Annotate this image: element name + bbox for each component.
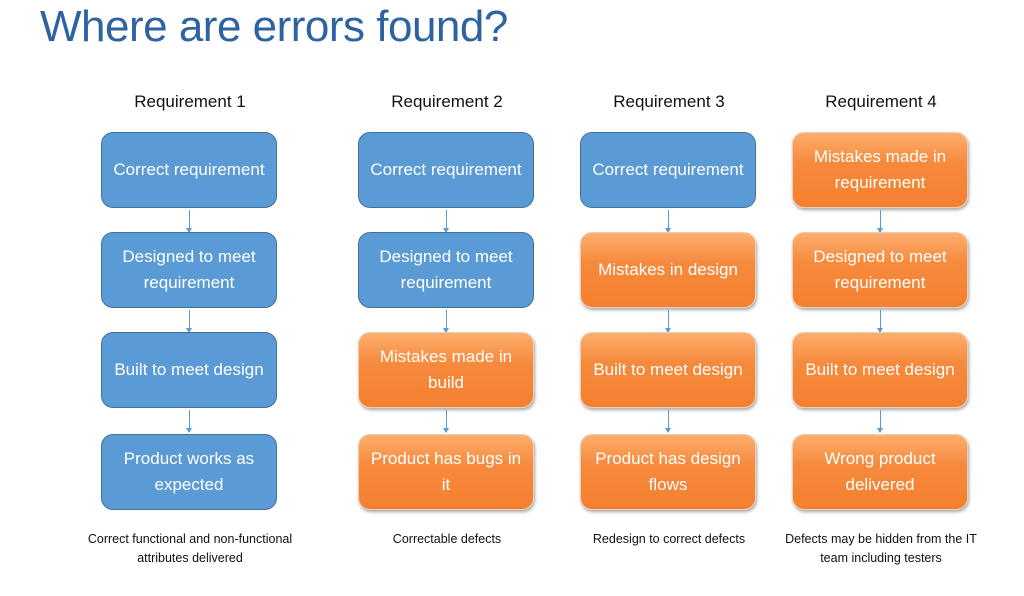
requirement-column-3: Requirement 3 Correct requirement Mistakes… [580, 92, 758, 546]
step-box-correct: Designed to meet requirement [358, 232, 534, 308]
requirement-column-1: Requirement 1 Correct requirement Designed… [88, 92, 292, 565]
outcome-note: Redesign to correct defects [592, 532, 746, 546]
arrow-down-icon [186, 210, 192, 233]
step-box-mistake: Product has design flows [580, 434, 756, 510]
step-box-mistake: Mistakes made in build [358, 332, 534, 408]
step-box-correct: Correct requirement [358, 132, 534, 208]
column-heading: Requirement 3 [613, 92, 725, 111]
arrow-down-icon [877, 310, 883, 333]
arrow-down-icon [443, 410, 449, 433]
step-box-mistake: Mistakes made in requirement [792, 132, 968, 208]
arrow-down-icon [186, 310, 192, 333]
arrow-down-icon [665, 310, 671, 333]
outcome-note: Correctable defects [392, 532, 502, 546]
step-box-mistake: Mistakes in design [580, 232, 756, 308]
arrow-down-icon [186, 410, 192, 433]
step-box-correct: Correct requirement [101, 132, 277, 208]
step-box-mistake: Designed to meet requirement [792, 232, 968, 308]
requirement-column-2: Requirement 2 Correct requirement Designed… [358, 92, 536, 546]
column-heading: Requirement 2 [391, 92, 503, 111]
step-box-mistake: Built to meet design [580, 332, 756, 408]
arrow-down-icon [665, 210, 671, 233]
arrow-down-icon [877, 210, 883, 233]
outcome-note: Correct functional and non-functional at… [87, 532, 293, 565]
arrow-down-icon [877, 410, 883, 433]
arrow-down-icon [443, 310, 449, 333]
requirement-column-4: Requirement 4 Mistakes made in requiremen… [785, 92, 977, 565]
arrow-down-icon [665, 410, 671, 433]
outcome-note: Defects may be hidden from the IT team i… [785, 532, 977, 565]
page-title: Where are errors found? [40, 2, 508, 51]
step-box-mistake: Wrong product delivered [792, 434, 968, 510]
step-box-correct: Built to meet design [101, 332, 277, 408]
arrow-down-icon [443, 210, 449, 233]
step-box-correct: Designed to meet requirement [101, 232, 277, 308]
column-heading: Requirement 1 [134, 92, 246, 111]
step-box-mistake: Built to meet design [792, 332, 968, 408]
step-box-correct: Correct requirement [580, 132, 756, 208]
step-box-mistake: Product has bugs in it [358, 434, 534, 510]
column-heading: Requirement 4 [825, 92, 937, 111]
step-box-correct: Product works as expected [101, 434, 277, 510]
